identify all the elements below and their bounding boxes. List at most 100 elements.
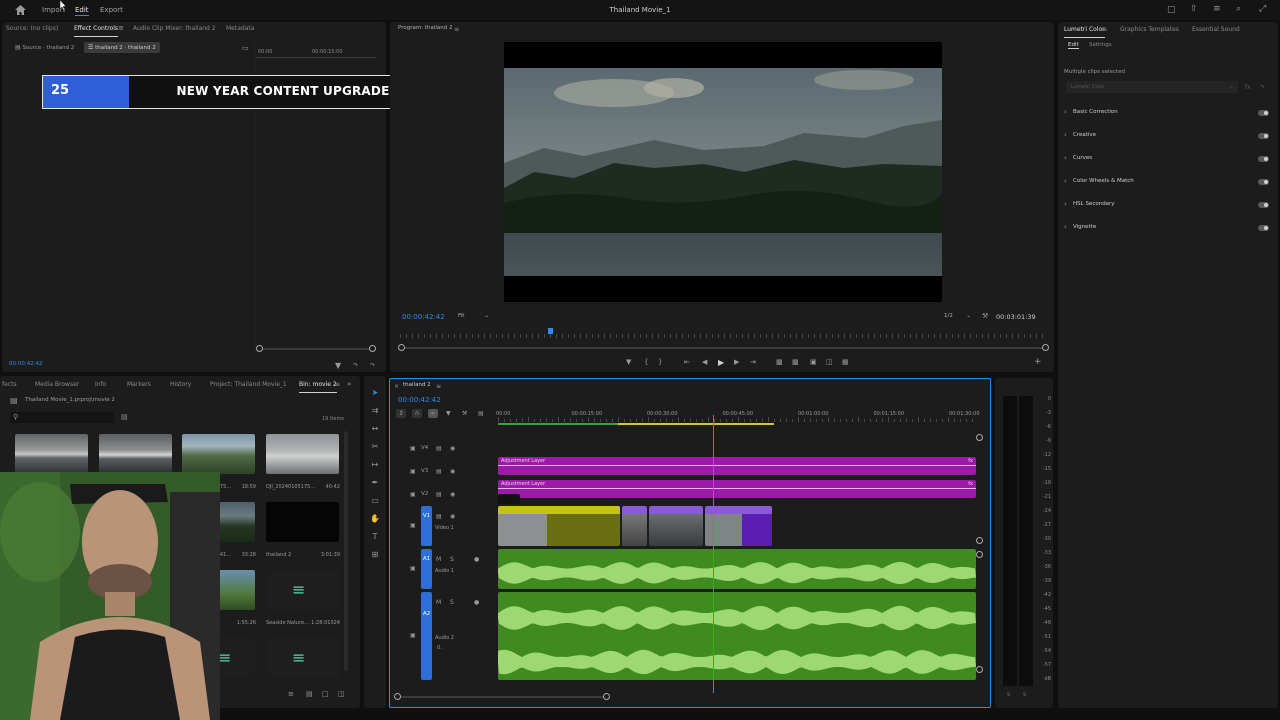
scroll-handle[interactable] bbox=[398, 344, 405, 351]
video-clip[interactable]: DJI_202401012... fx bbox=[705, 506, 772, 546]
lumetri-section[interactable]: › HSL Secondary bbox=[1064, 200, 1272, 210]
panel-menu-icon[interactable]: ≡ bbox=[436, 382, 441, 391]
lock-icon[interactable]: ▣ bbox=[410, 467, 416, 476]
solo-icon[interactable]: S bbox=[450, 598, 454, 607]
tab-project[interactable]: Project: Thailand Movie_1 bbox=[210, 379, 287, 391]
fullscreen-icon[interactable]: ⤢ bbox=[1259, 5, 1266, 14]
bin-item-thumbnail[interactable] bbox=[266, 502, 339, 542]
lumetri-section[interactable]: › Vignette bbox=[1064, 223, 1272, 233]
section-toggle[interactable] bbox=[1258, 179, 1269, 185]
tab-info[interactable]: Info bbox=[95, 379, 106, 391]
track-label[interactable]: V3 bbox=[421, 468, 428, 474]
add-button-icon[interactable]: + bbox=[1034, 358, 1042, 367]
hand-icon[interactable]: ✋ bbox=[369, 514, 381, 523]
new-bin-icon[interactable]: □ bbox=[322, 690, 329, 699]
panel-menu-icon[interactable]: ≡ bbox=[118, 24, 124, 33]
search-input[interactable]: ⚲ bbox=[10, 412, 114, 423]
step-back-icon[interactable]: ◀ bbox=[702, 358, 707, 367]
fx-icon[interactable]: fx bbox=[1245, 83, 1251, 92]
go-to-in-icon[interactable]: ⇤ bbox=[684, 358, 690, 367]
solo-right[interactable]: S bbox=[1023, 692, 1026, 698]
list-view-icon[interactable]: ≡ bbox=[288, 690, 294, 699]
section-toggle[interactable] bbox=[1258, 133, 1269, 139]
tab-bin[interactable]: Bin: movie 2 bbox=[299, 379, 337, 393]
toggle-sync-icon[interactable]: ▤ bbox=[436, 467, 442, 476]
audio-clip-a1[interactable] bbox=[498, 549, 976, 589]
program-timecode[interactable]: 00:00:42:42 bbox=[402, 313, 445, 321]
program-ruler[interactable] bbox=[400, 328, 1044, 338]
tab-effect-controls[interactable]: Effect Controls bbox=[74, 23, 118, 37]
microphone-icon[interactable]: ● bbox=[474, 555, 479, 564]
marker-icon[interactable]: ▼ bbox=[626, 358, 631, 367]
lock-icon[interactable]: ▣ bbox=[410, 631, 416, 640]
mute-icon[interactable]: M bbox=[436, 598, 441, 607]
tab-markers[interactable]: Markers bbox=[127, 379, 151, 391]
adjustment-layer-clip[interactable]: Adjustment Layer fx bbox=[498, 480, 976, 498]
panel-menu-icon[interactable]: ≡ bbox=[454, 25, 459, 34]
type-icon[interactable]: T bbox=[369, 532, 381, 541]
program-video-frame[interactable] bbox=[504, 42, 942, 302]
camera-icon[interactable]: ▣ bbox=[810, 358, 817, 367]
section-toggle[interactable] bbox=[1258, 202, 1269, 208]
audio-clip-a2[interactable] bbox=[498, 592, 976, 680]
lumetri-section[interactable]: › Basic Correction bbox=[1064, 108, 1272, 118]
add-marker-icon[interactable]: ▼ bbox=[446, 409, 451, 418]
step-forward-icon[interactable]: ▶ bbox=[734, 358, 739, 367]
mark-out-icon[interactable]: } bbox=[658, 358, 662, 367]
pen-icon[interactable]: ✒ bbox=[369, 478, 381, 487]
bin-item-thumbnail[interactable] bbox=[182, 434, 255, 474]
filter-icon[interactable]: ▼ bbox=[335, 361, 341, 370]
razor-icon[interactable]: ✂ bbox=[369, 442, 381, 451]
nest-icon[interactable]: ↕ bbox=[396, 409, 406, 418]
toggle-sync-icon[interactable]: ▤ bbox=[436, 444, 442, 453]
bin-item-thumbnail[interactable]: ≡ bbox=[266, 570, 339, 610]
tab-effects[interactable]: fects bbox=[2, 379, 17, 391]
toggle-sync-icon[interactable]: ▤ bbox=[436, 512, 442, 521]
lock-icon[interactable]: ▣ bbox=[410, 521, 416, 530]
bin-item-thumbnail[interactable] bbox=[99, 434, 172, 474]
timeline-timecode[interactable]: 00:00:42:42 bbox=[398, 396, 441, 404]
section-toggle[interactable] bbox=[1258, 225, 1269, 231]
play-icon[interactable]: ▶ bbox=[718, 358, 724, 367]
new-item-icon[interactable]: ▤ bbox=[306, 690, 313, 699]
tab-media-browser[interactable]: Media Browser bbox=[35, 379, 79, 391]
rectangle-icon[interactable]: ▭ bbox=[369, 496, 381, 505]
black-clip[interactable] bbox=[498, 494, 520, 504]
captions-icon[interactable]: ▤ bbox=[478, 409, 484, 418]
tab-audio-clip-mixer[interactable]: Audio Clip Mixer: thailand 2 bbox=[133, 23, 216, 35]
close-icon[interactable]: × bbox=[394, 382, 399, 391]
v-scroll-handle[interactable] bbox=[976, 537, 983, 544]
sequence-tab[interactable]: thailand 2 bbox=[403, 382, 431, 388]
more-icon[interactable]: ↷ bbox=[370, 361, 375, 370]
selection-tool-icon[interactable]: ➤ bbox=[369, 388, 381, 397]
tab-source[interactable]: Source: (no clips) bbox=[6, 23, 58, 35]
effect-controls-timecode[interactable]: 00:00:42:42 bbox=[9, 361, 43, 367]
scroll-handle[interactable] bbox=[394, 693, 401, 700]
solo-left[interactable]: S bbox=[1007, 692, 1010, 698]
lumetri-tab-edit[interactable]: Edit bbox=[1068, 42, 1079, 49]
zoom-icon[interactable]: ⌕ bbox=[1236, 5, 1241, 14]
go-to-out-icon[interactable]: ⇥ bbox=[750, 358, 756, 367]
share-icon[interactable]: ⇧ bbox=[1190, 5, 1198, 14]
bin-item-thumbnail[interactable] bbox=[15, 434, 88, 474]
panel-menu-icon[interactable]: ≡ bbox=[335, 380, 340, 389]
track-label[interactable]: A2 bbox=[421, 592, 432, 680]
panel-menu-icon[interactable]: ≡ bbox=[1102, 25, 1107, 34]
vr-icon[interactable]: ▦ bbox=[842, 358, 849, 367]
track-label[interactable]: V4 bbox=[421, 445, 428, 451]
quality-dropdown[interactable]: 1/2 ⌄ bbox=[940, 311, 974, 322]
v-scroll-handle[interactable] bbox=[976, 551, 983, 558]
scroll-handle[interactable] bbox=[369, 345, 376, 352]
tab-history[interactable]: History bbox=[170, 379, 191, 391]
program-zoom-bar[interactable] bbox=[402, 347, 1044, 349]
toggle-sync-icon[interactable]: ▤ bbox=[436, 490, 442, 499]
lumetri-tab-settings[interactable]: Settings bbox=[1089, 42, 1112, 48]
workspace-icon[interactable]: ▢ bbox=[1167, 6, 1176, 15]
bin-scrollbar[interactable] bbox=[344, 431, 348, 671]
reset-icon[interactable]: ↷ bbox=[1260, 83, 1265, 92]
bin-item-thumbnail[interactable]: ≡ bbox=[266, 638, 339, 678]
adjustment-layer-clip[interactable]: Adjustment Layer fx bbox=[498, 457, 976, 475]
lumetri-section[interactable]: › Color Wheels & Match bbox=[1064, 177, 1272, 187]
track-select-icon[interactable]: ⇉ bbox=[369, 406, 381, 415]
tab-graphics-templates[interactable]: Graphics Templates bbox=[1120, 24, 1179, 36]
